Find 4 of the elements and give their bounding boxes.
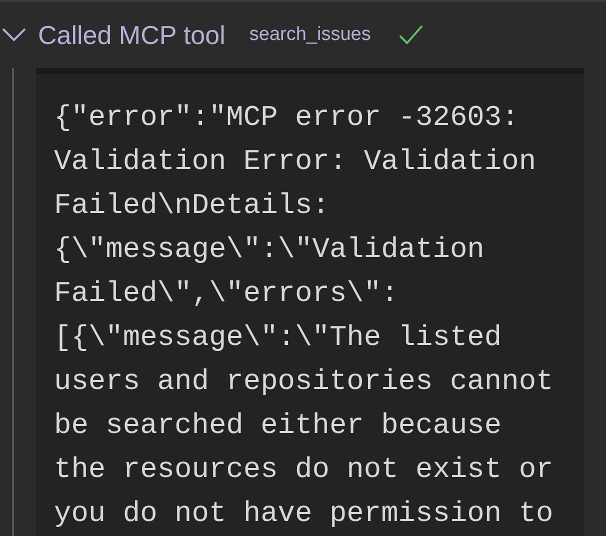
output-text: {"error":"MCP error -32603: Validation Error: Validation Failed\nDetails:{\"message\":\"Validation Failed\",\"errors\":[{\"message\":\"The listed users and repositories cannot be searched either because the resources do not exist or you do not have permission to — [54, 100, 554, 532]
tool-name-tag: search_issues — [249, 24, 371, 46]
chevron-icon[interactable] — [2, 28, 26, 42]
section-title[interactable]: Called MCP tool — [38, 20, 226, 50]
